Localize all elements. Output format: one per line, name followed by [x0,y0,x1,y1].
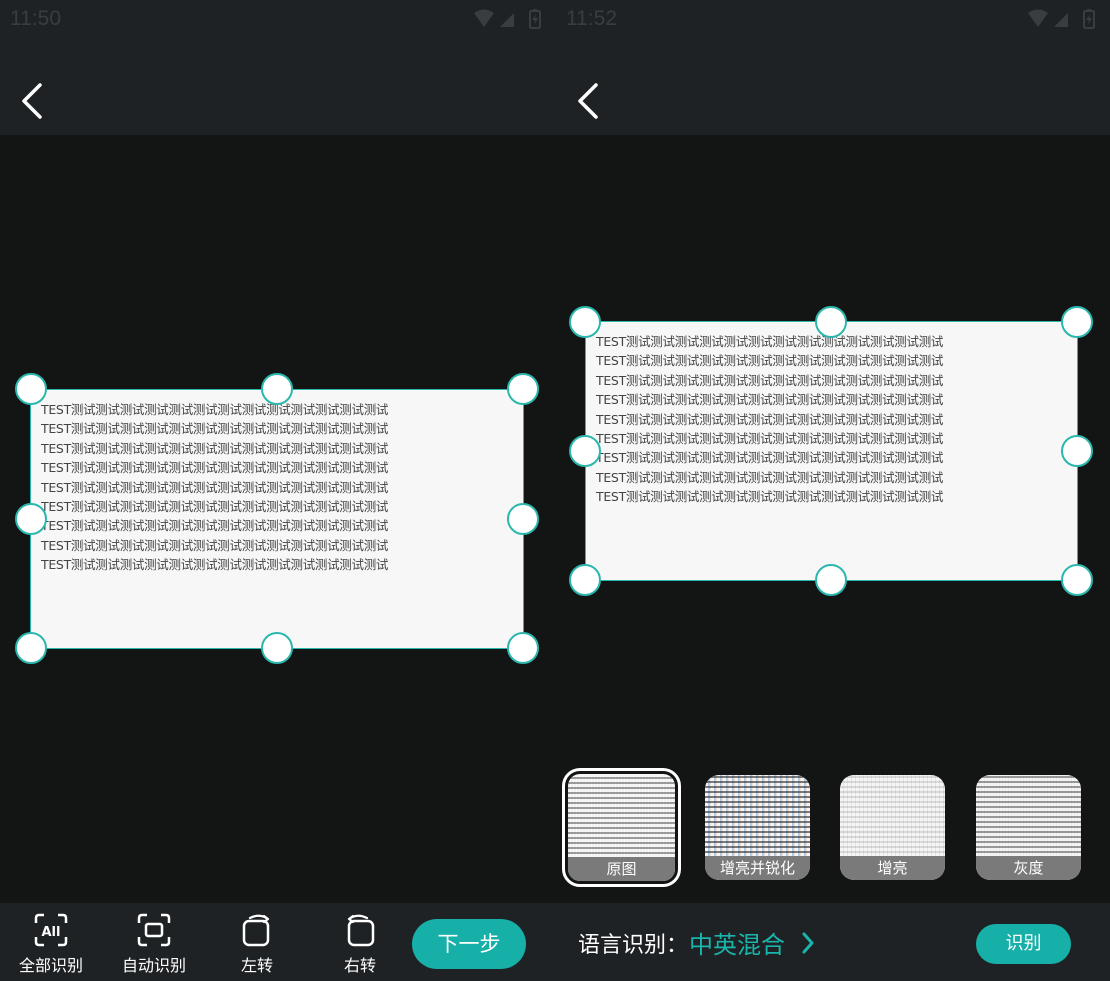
recognize-button[interactable]: 识别 [976,924,1071,964]
crop-handle-bottom-right[interactable] [1061,564,1093,596]
language-selector[interactable]: 中英混合 [689,925,785,960]
filter-preview [840,775,945,856]
crop-screen: 11:50 TEST测试测试测试测试测试测试测试测试测试测试测试测试测试 TES… [0,0,556,981]
crop-handle-top-right[interactable] [507,373,539,405]
document-line: TEST测试测试测试测试测试测试测试测试测试测试测试测试测试 [41,537,389,553]
rotate-left-icon [242,914,270,947]
document-line: TEST测试测试测试测试测试测试测试测试测试测试测试测试测试 [596,353,944,369]
filter-original[interactable]: 原图 [562,768,681,887]
document-line: TEST测试测试测试测试测试测试测试测试测试测试测试测试测试 [596,431,944,447]
filter-brighten[interactable]: 增亮 [840,775,945,880]
crop-handle-left[interactable] [569,435,601,467]
document-line: TEST测试测试测试测试测试测试测试测试测试测试测试测试测试 [596,334,944,349]
rotate-right-label: 右转 [343,956,376,975]
recognize-all-button[interactable]: All 全部识别 [3,913,99,976]
filter-preview [976,775,1081,856]
svg-text:All: All [42,925,61,940]
status-bar: 11:52 [556,0,1110,38]
filter-grayscale[interactable]: 灰度 [976,775,1081,880]
crop-handle-bottom[interactable] [815,564,847,596]
status-icons [474,9,541,29]
status-time: 11:50 [10,7,61,30]
status-time: 11:52 [566,7,617,30]
document-line: TEST测试测试测试测试测试测试测试测试测试测试测试测试测试 [596,411,944,427]
filter-label: 增亮并锐化 [705,856,810,880]
bottom-toolbar: All 全部识别 自动识别 左转 右转 下一步 [0,903,556,981]
crop-handle-bottom[interactable] [261,632,293,664]
crop-handle-bottom-left[interactable] [15,632,47,664]
signal-icon [1054,13,1068,27]
filter-preview [568,774,675,857]
crop-handle-top-left[interactable] [569,306,601,338]
scan-all-icon: All [34,913,68,947]
crop-handle-top-left[interactable] [15,373,47,405]
status-bar: 11:50 [0,0,556,38]
battery-icon [1083,9,1095,29]
filter-label: 灰度 [976,856,1081,880]
chevron-right-icon[interactable] [800,931,816,955]
filter-strip: 原图 增亮并锐化 增亮 灰度 [556,765,1110,887]
document-line: TEST测试测试测试测试测试测试测试测试测试测试测试测试测试 [41,402,389,417]
document-crop-area[interactable]: TEST测试测试测试测试测试测试测试测试测试测试测试测试测试 TEST测试测试测… [30,389,524,649]
document-line: TEST测试测试测试测试测试测试测试测试测试测试测试测试测试 [41,479,389,495]
rotate-right-button[interactable]: 右转 [312,913,408,976]
auto-recognize-button[interactable]: 自动识别 [106,913,202,976]
wifi-icon [1028,9,1048,27]
auto-recognize-label: 自动识别 [121,956,186,975]
filter-thumbnail: 原图 [568,774,675,881]
battery-icon [529,9,541,29]
document-text: TEST测试测试测试测试测试测试测试测试测试测试测试测试测试 TEST测试测试测… [596,332,943,507]
crop-handle-right[interactable] [1061,435,1093,467]
recognize-all-label: 全部识别 [18,956,83,975]
document-line: TEST测试测试测试测试测试测试测试测试测试测试测试测试测试 [41,499,389,515]
filter-brighten-sharpen[interactable]: 增亮并锐化 [705,775,810,880]
crop-handle-right[interactable] [507,503,539,535]
filter-label: 增亮 [840,856,945,880]
filter-screen: 11:52 TEST测试测试测试测试测试测试测试测试测试测试测试测试测试 TES… [556,0,1110,981]
rotate-left-button[interactable]: 左转 [209,913,305,976]
filter-preview [705,775,810,856]
document-line: TEST测试测试测试测试测试测试测试测试测试测试测试测试测试 [41,557,389,573]
document-preview[interactable]: TEST测试测试测试测试测试测试测试测试测试测试测试测试测试 TEST测试测试测… [585,321,1078,581]
document-text: TEST测试测试测试测试测试测试测试测试测试测试测试测试测试 TEST测试测试测… [41,400,388,575]
document-line: TEST测试测试测试测试测试测试测试测试测试测试测试测试测试 [596,392,944,408]
crop-handle-left[interactable] [15,503,47,535]
crop-handle-top[interactable] [261,373,293,405]
document-line: TEST测试测试测试测试测试测试测试测试测试测试测试测试测试 [596,372,944,388]
document-line: TEST测试测试测试测试测试测试测试测试测试测试测试测试测试 [596,450,944,466]
crop-handle-bottom-right[interactable] [507,632,539,664]
status-icons [1028,9,1095,29]
document-line: TEST测试测试测试测试测试测试测试测试测试测试测试测试测试 [41,518,389,534]
signal-icon [500,13,514,27]
rotate-left-label: 左转 [240,956,273,975]
crop-handle-top-right[interactable] [1061,306,1093,338]
document-line: TEST测试测试测试测试测试测试测试测试测试测试测试测试测试 [41,460,389,476]
wifi-icon [474,9,494,27]
document-line: TEST测试测试测试测试测试测试测试测试测试测试测试测试测试 [41,440,389,456]
crop-handle-bottom-left[interactable] [569,564,601,596]
back-arrow-icon[interactable] [18,81,48,121]
app-bar [0,38,556,135]
language-label: 语言识别： [578,933,689,958]
filter-label: 原图 [568,857,675,881]
app-bar [556,38,1110,135]
next-step-button[interactable]: 下一步 [412,919,526,969]
scan-auto-icon [137,913,171,947]
document-line: TEST测试测试测试测试测试测试测试测试测试测试测试测试测试 [596,489,944,505]
crop-handle-top[interactable] [815,306,847,338]
document-line: TEST测试测试测试测试测试测试测试测试测试测试测试测试测试 [41,421,389,437]
back-arrow-icon[interactable] [574,81,604,121]
rotate-right-icon [347,914,375,947]
document-line: TEST测试测试测试测试测试测试测试测试测试测试测试测试测试 [596,469,944,485]
